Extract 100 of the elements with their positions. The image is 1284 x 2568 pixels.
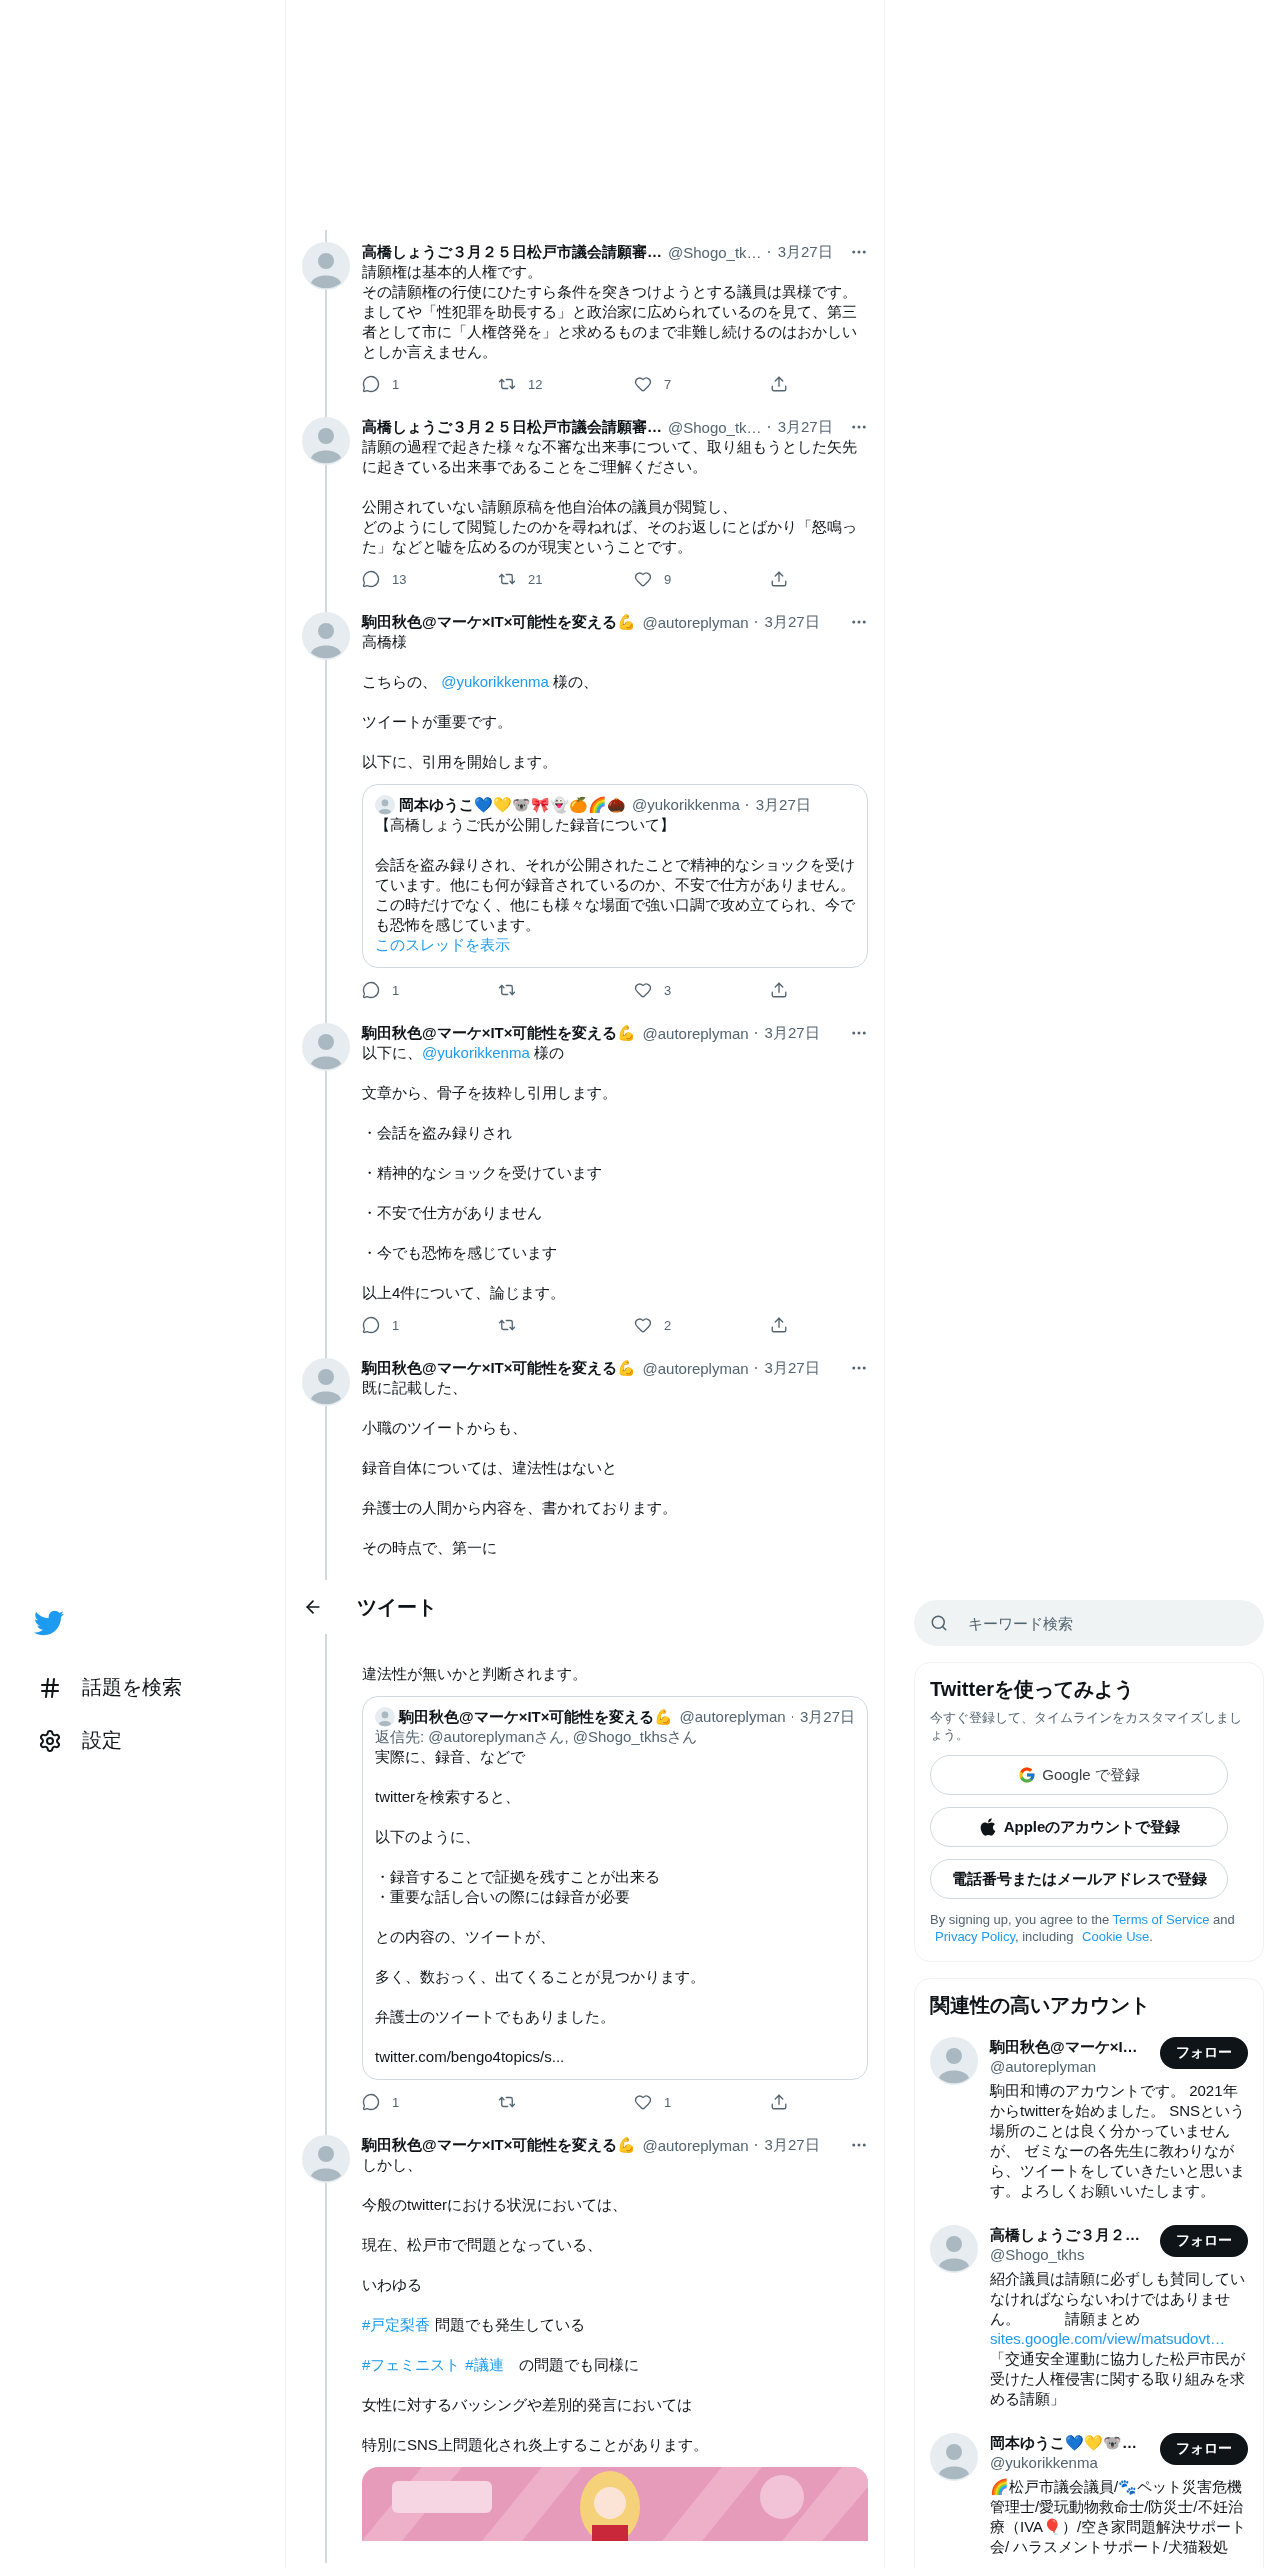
tweet-text: 女性に対するバッシングや差別的発言においては xyxy=(362,2395,693,2415)
avatar xyxy=(375,1707,395,1727)
legal-text: By signing up, you agree to the Terms of Service and Privacy Policy, including Cookie Use. xyxy=(930,1911,1236,1945)
avatar xyxy=(930,2225,978,2273)
share-icon[interactable] xyxy=(770,981,788,999)
like-icon[interactable] xyxy=(634,2093,652,2111)
tweet-date: 3月27日 xyxy=(764,612,820,632)
like-icon[interactable] xyxy=(634,570,652,588)
reply-to-text: 返信先: @autoreplymanさん, @Shogo_tkhsさん xyxy=(375,1727,699,1747)
tweet-text: 以下に、引用を開始します。 xyxy=(362,752,558,772)
like-count: 7 xyxy=(664,376,672,392)
author-name[interactable]: 高橋しょうご３月２５日松戸市議会請願審… xyxy=(362,242,662,262)
retweet-count: 21 xyxy=(528,571,543,587)
author-name[interactable]: 駒田秋色@マーケ×IT×可能性を変える💪 xyxy=(362,1358,637,1378)
share-icon[interactable] xyxy=(770,375,788,393)
like-icon[interactable] xyxy=(634,981,652,999)
bird-icon[interactable] xyxy=(34,1608,64,1638)
reply-icon[interactable] xyxy=(362,2093,380,2111)
quoted-tweet[interactable]: 岡本ゆうこ💙💛🐨🎀👻🍊🌈🌰 @yukorikkenma 3月27日 【高橋しょうご氏が公開した録音について】 会話を盗み録りされ、それが公開されたことで精神的なショックを受けています。他にも何が録音されているのか、不安で仕方がありません。この時だけでなく、他にも様々な場面で強い口調で攻め立てられ、今でも恐怖を感じています。 このスレッドを表示 xyxy=(362,784,868,968)
avatar xyxy=(302,2135,350,2183)
author-handle: @autoreplyman xyxy=(679,1707,786,1727)
tweet-text: その時点で、第一に xyxy=(362,1538,498,1558)
signup-button[interactable]: Google で登録 xyxy=(930,1755,1228,1795)
reply-icon[interactable] xyxy=(362,375,380,393)
avatar xyxy=(375,795,395,815)
quoted-tweet[interactable] xyxy=(362,1696,868,2080)
tweet-text: ・会話を盗み録りされ xyxy=(362,1123,513,1143)
author-name[interactable]: 高橋しょうご３月２５日松戸市議会請願審… xyxy=(362,417,662,437)
tweet-text: 文章から、骨子を抜粋し引用します。 xyxy=(362,1083,618,1103)
signup-button[interactable]: Appleのアカウントで登録 xyxy=(930,1807,1228,1847)
author-name[interactable]: 駒田秋色@マーケ×IT×可能性を変える💪 xyxy=(362,2135,637,2155)
tweet-date: 3月27日 xyxy=(764,1023,820,1043)
author-handle: @yukorikkenma xyxy=(632,795,740,815)
tweet-text: twitter.com/bengo4topics/s... xyxy=(375,2047,566,2067)
tweet-date: 3月27日 xyxy=(764,2135,820,2155)
follow-button[interactable]: フォロー xyxy=(1160,2225,1248,2257)
signup-button[interactable]: 電話番号またはメールアドレスで登録 xyxy=(930,1859,1228,1899)
share-icon[interactable] xyxy=(770,570,788,588)
card-title: Twitterを使ってみよう xyxy=(930,1677,1136,1702)
author-name: 岡本ゆうこ💙💛🐨🎀👻🍊🌈🌰 xyxy=(399,795,626,815)
tweet-text: 高橋様 xyxy=(362,632,408,652)
tweet-text: 【高橋しょうご氏が公開した録音について】 xyxy=(375,815,676,835)
share-icon[interactable] xyxy=(770,1316,788,1334)
reply-icon[interactable] xyxy=(362,570,380,588)
tweet-text: 録音自体については、違法性はないと xyxy=(362,1458,618,1478)
tweet-text: との内容の、ツイートが、 xyxy=(375,1927,556,1947)
account-handle: @autoreplyman xyxy=(990,2057,1098,2077)
avatar xyxy=(930,2433,978,2481)
tweet-text: どのようにして閲覧したのかを尋ねれば、そのお返しにとばかり「怒鳴った」などと嘘を広めるのが現実ということです。 xyxy=(362,517,858,557)
tweet-text: 公開されていない請願原稿を他自治体の議員が閲覧し、 xyxy=(362,497,738,517)
nav-item[interactable]: 話題を検索 xyxy=(34,1668,186,1707)
retweet-count: 12 xyxy=(528,376,543,392)
search-icon xyxy=(930,1614,948,1632)
author-handle: @autoreplyman xyxy=(642,613,749,631)
like-icon[interactable] xyxy=(634,1316,652,1334)
avatar xyxy=(930,2037,978,2085)
account-bio: 紹介議員は請願に必ずしも賛同していなければならないわけではありません。 請願まとめ sites.google.com/view/matsudovt… 「交通安全運動に協力した松戸市民が受けた人権侵害に関する取り組みを求める請願」 xyxy=(990,2269,1246,2409)
tweet-text: 現在、松戸市で問題となっている、 xyxy=(362,2235,603,2255)
account-name[interactable]: 高橋しょうご３月２… xyxy=(990,2225,1152,2245)
tweet-text: 会話を盗み録りされ、それが公開されたことで精神的なショックを受けています。他にも何が録音されているのか、不安で仕方がありません。この時だけでなく、他にも様々な場面で強い口調で攻め立てられ、今でも恐怖を感じています。 xyxy=(375,855,855,935)
hash-icon xyxy=(38,1675,62,1700)
share-icon[interactable] xyxy=(770,2093,788,2111)
author-name[interactable]: 駒田秋色@マーケ×IT×可能性を変える💪 xyxy=(362,1023,637,1043)
search-field[interactable]: キーワード検索 xyxy=(914,1600,1264,1646)
tweet-text: 既に記載した、 xyxy=(362,1378,468,1398)
reply-icon[interactable] xyxy=(362,981,380,999)
tweet-text: 弁護士のツイートでもありました。 xyxy=(375,2007,616,2027)
tweet-text: 以下に、@yukorikkenma 様の xyxy=(362,1043,565,1063)
avatar xyxy=(302,612,350,660)
tweet-text: 多く、数おっく、出てくることが見つかります。 xyxy=(375,1967,706,1987)
author-handle: @autoreplyman xyxy=(642,1359,749,1377)
tweet-text: こちらの、 @yukorikkenma 様の、 xyxy=(362,672,600,692)
tweet-text: ・重要な話し合いの際には録音が必要 xyxy=(375,1887,631,1907)
avatar xyxy=(302,1023,350,1071)
like-count: 2 xyxy=(664,1317,672,1333)
reply-count: 13 xyxy=(392,571,407,587)
like-count: 3 xyxy=(664,982,672,998)
avatar xyxy=(302,417,350,465)
account-bio: 駒田和博のアカウントです。 2021年からtwitterを始めました。 SNSという場所のことは良く分かっていませんが、 ゼミなーの各先生に教わりながら、ツイートをしていきたいと思います。よろしくお願いいたします。 xyxy=(990,2081,1246,2201)
tweet-date: 3月27日 xyxy=(755,795,811,815)
card-subtitle: 今すぐ登録して、タイムラインをカスタマイズしましょう。 xyxy=(930,1709,1243,1743)
like-icon[interactable] xyxy=(634,375,652,393)
tweet-text: 違法性が無いかと判断されます。 xyxy=(362,1664,588,1684)
account-bio: 🌈松戸市議会議員/🐾ペット災害危機管理士/愛玩動物救命士/防災士/不妊治療（IVA🎈）/空き家問題解決サポート会/ ハラスメントサポート/犬猫殺処 xyxy=(990,2477,1248,2557)
author-handle: @autoreplyman xyxy=(642,1024,749,1042)
author-name[interactable]: 駒田秋色@マーケ×IT×可能性を変える💪 xyxy=(362,612,637,632)
settings-icon xyxy=(38,1728,62,1753)
tweet-text: 以上4件について、論じます。 xyxy=(362,1283,567,1303)
tweet-text: ツイートが重要です。 xyxy=(362,712,513,732)
reply-icon[interactable] xyxy=(362,1316,380,1334)
tweet-text: 今般のtwitterにおける状況においては、 xyxy=(362,2195,628,2215)
account-handle: @Shogo_tkhs xyxy=(990,2245,1086,2265)
author-handle: @Shogo_tk… xyxy=(668,243,762,261)
follow-button[interactable]: フォロー xyxy=(1160,2037,1248,2069)
account-name[interactable]: 岡本ゆうこ💙💛🐨… xyxy=(990,2433,1152,2453)
nav-item[interactable]: 設定 xyxy=(34,1721,126,1760)
tweet-text: いわゆる xyxy=(362,2275,423,2295)
account-name[interactable]: 駒田秋色@マーケ×I… xyxy=(990,2037,1152,2057)
follow-button[interactable]: フォロー xyxy=(1160,2433,1248,2465)
tweet-text: 弁護士の人間から内容を、書かれております。 xyxy=(362,1498,678,1518)
